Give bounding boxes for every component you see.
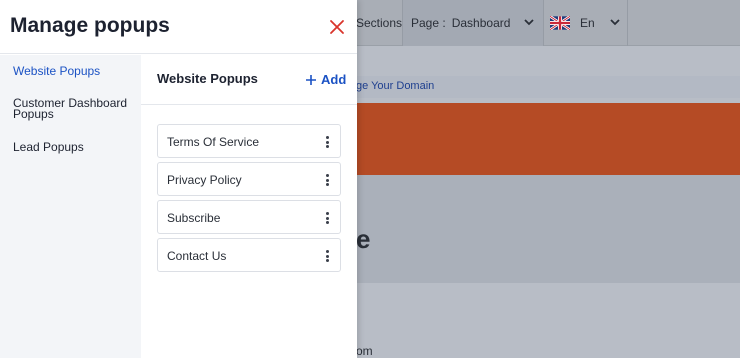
more-options-icon[interactable] <box>326 174 330 186</box>
popup-name: Privacy Policy <box>167 173 242 187</box>
popup-name: Terms Of Service <box>167 135 260 149</box>
popup-name: Contact Us <box>167 249 227 263</box>
modal-header: Manage popups <box>0 0 357 54</box>
content-title: Website Popups <box>157 71 258 86</box>
page-select-value: Dashboard <box>451 16 511 30</box>
chevron-down-icon <box>524 19 534 26</box>
domain-link[interactable]: ge Your Domain <box>356 80 434 92</box>
nav-item-customer-dashboard-popups[interactable]: Customer Dashboard Popups <box>13 97 133 120</box>
add-popup-button[interactable]: Add <box>305 72 346 87</box>
close-icon[interactable] <box>328 18 346 36</box>
popup-card[interactable]: Subscribe <box>157 200 341 234</box>
plus-icon <box>306 74 316 85</box>
content-header: Website Popups Add <box>141 55 357 105</box>
more-options-icon[interactable] <box>326 212 330 224</box>
nav-item-lead-popups[interactable]: Lead Popups <box>13 141 133 153</box>
chevron-down-icon <box>610 19 620 26</box>
modal-title: Manage popups <box>10 14 170 37</box>
popup-card[interactable]: Privacy Policy <box>157 162 341 196</box>
more-options-icon[interactable] <box>326 250 330 262</box>
popup-content-panel: Website Popups Add Terms Of Service Priv… <box>141 55 357 358</box>
add-popup-label: Add <box>321 72 347 87</box>
uk-flag-icon <box>550 16 570 30</box>
page-select[interactable]: Page : Dashboard <box>402 0 544 46</box>
more-options-icon[interactable] <box>326 136 330 148</box>
language-select[interactable]: En <box>544 0 628 46</box>
popup-category-nav: Website Popups Customer Dashboard Popups… <box>0 55 141 358</box>
page-select-label: Page : <box>411 16 446 30</box>
footer-text: om <box>356 344 373 358</box>
popup-list: Terms Of Service Privacy Policy Subscrib… <box>157 124 341 276</box>
manage-popups-modal: Manage popups Website Popups Customer Da… <box>0 0 357 358</box>
hero-heading: e <box>356 224 371 254</box>
popup-name: Subscribe <box>167 211 221 225</box>
popup-card[interactable]: Terms Of Service <box>157 124 341 158</box>
popup-card[interactable]: Contact Us <box>157 238 341 272</box>
language-value: En <box>580 16 595 30</box>
nav-item-website-popups[interactable]: Website Popups <box>13 65 133 77</box>
sections-menu[interactable]: Sections <box>356 0 402 46</box>
